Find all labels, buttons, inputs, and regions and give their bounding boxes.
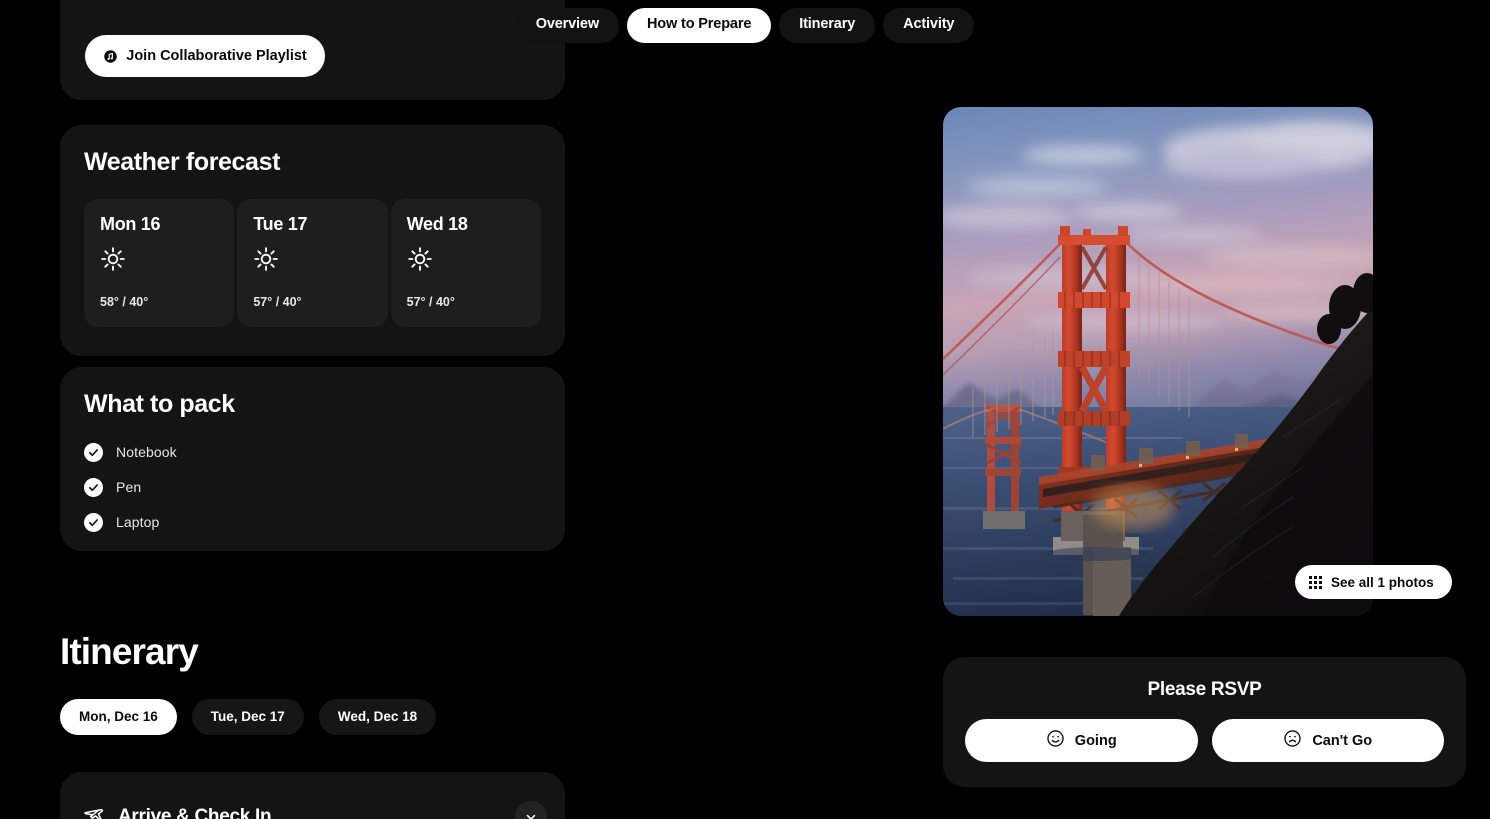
sun-icon [253,246,371,272]
tab-how-to-prepare[interactable]: How to Prepare [626,8,772,43]
itinerary-agenda-title: Arrive & Check In [118,806,272,819]
rsvp-going-button[interactable]: Going [965,719,1198,762]
pack-item[interactable]: Laptop [84,505,541,540]
golden-gate-bridge-image [943,107,1373,616]
weather-day-temp: 58° / 40° [100,294,149,309]
pack-item-label: Pen [116,479,142,495]
event-photo[interactable] [943,107,1373,616]
tab-itinerary[interactable]: Itinerary [779,8,876,43]
rsvp-cant-go-label: Can't Go [1312,732,1373,749]
weather-day-list: Mon 16 58° / 40° Tue 17 57° / 40° Wed 18 [84,198,541,327]
pack-item-label: Notebook [116,444,177,460]
rsvp-going-label: Going [1074,732,1117,749]
weather-day-tile: Wed 18 57° / 40° [390,198,541,327]
airplane-icon [82,804,104,819]
itinerary-day-chip-tue[interactable]: Tue, Dec 17 [191,699,304,735]
itinerary-day-selector: Mon, Dec 16 Tue, Dec 17 Wed, Dec 18 [60,699,437,735]
pack-item-list: Notebook Pen Laptop [84,435,541,540]
checkbox-checked-icon[interactable] [84,442,103,462]
weather-day-name: Wed 18 [406,213,468,234]
see-all-photos-label: See all 1 photos [1331,574,1434,590]
music-note-icon [103,49,118,64]
weather-day-name: Mon 16 [100,213,161,234]
weather-day-tile: Tue 17 57° / 40° [237,198,388,327]
tab-overview[interactable]: Overview [515,8,619,43]
what-to-pack-title: What to pack [84,390,235,418]
smiley-face-icon [1046,729,1065,752]
join-collaborative-playlist-label: Join Collaborative Playlist [126,48,307,64]
rsvp-title: Please RSVP [1147,679,1262,700]
what-to-pack-card: What to pack Notebook Pen Laptop [60,367,565,551]
checkbox-checked-icon[interactable] [84,477,103,497]
pack-item-label: Laptop [116,514,160,530]
weather-forecast-card: Weather forecast Mon 16 58° / 40° Tue 17… [60,125,565,356]
chevron-down-icon[interactable] [515,801,547,819]
itinerary-day-chip-mon[interactable]: Mon, Dec 16 [60,699,177,735]
grid-icon [1309,575,1322,589]
rsvp-card: Please RSVP Going Can't Go [943,657,1466,787]
rsvp-cant-go-button[interactable]: Can't Go [1211,719,1444,762]
weather-day-temp: 57° / 40° [253,294,302,309]
weather-forecast-title: Weather forecast [84,148,280,176]
sun-icon [407,246,525,272]
weather-day-name: Tue 17 [253,213,308,234]
itinerary-day-chip-wed[interactable]: Wed, Dec 18 [318,699,437,735]
see-all-photos-button[interactable]: See all 1 photos [1295,565,1452,599]
rsvp-button-row: Going Can't Go [965,719,1444,762]
checkbox-checked-icon[interactable] [84,512,103,532]
pack-item[interactable]: Pen [84,470,541,505]
sun-icon [100,246,218,272]
itinerary-agenda-item[interactable]: Arrive & Check In [60,772,565,819]
weather-day-tile: Mon 16 58° / 40° [84,198,235,327]
tab-activity[interactable]: Activity [883,8,975,43]
frowning-face-icon [1283,729,1302,752]
weather-day-temp: 57° / 40° [406,294,455,309]
primary-nav: Overview How to Prepare Itinerary Activi… [0,8,1490,43]
itinerary-section-title: Itinerary [60,631,199,672]
pack-item[interactable]: Notebook [84,435,541,470]
